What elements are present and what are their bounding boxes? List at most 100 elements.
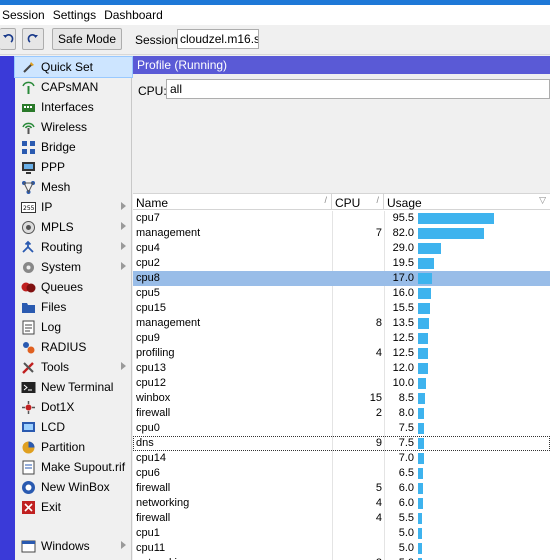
menu-dashboard[interactable]: Dashboard — [100, 8, 167, 22]
sidebar-item-ip[interactable]: 255 IP — [15, 197, 132, 217]
sidebar-item-mpls[interactable]: MPLS — [15, 217, 132, 237]
sidebar-item-partition[interactable]: Partition — [15, 437, 132, 457]
sidebar-item-label: Windows — [41, 539, 90, 553]
cell-name: dns — [136, 437, 154, 449]
files-icon — [21, 300, 36, 315]
sidebar-item-ppp[interactable]: PPP — [15, 157, 132, 177]
sidebar-item-mesh[interactable]: Mesh — [15, 177, 132, 197]
sidebar-item-label: Files — [41, 300, 67, 314]
session-field[interactable]: cloudzel.m16.su — [177, 29, 259, 49]
table-row[interactable]: dns 9 7.5 — [133, 436, 550, 451]
sidebar-item-capsman[interactable]: CAPsMAN — [15, 77, 132, 97]
sidebar-item-dot1x[interactable]: Dot1X — [15, 397, 132, 417]
mesh-icon — [21, 180, 36, 195]
table-row[interactable]: cpu6 6.5 — [133, 466, 550, 481]
redo-button[interactable] — [22, 28, 44, 50]
table-row[interactable]: cpu8 17.0 — [133, 271, 550, 286]
winbox-icon — [21, 480, 36, 495]
sidebar-item-wireless[interactable]: Wireless — [15, 117, 132, 137]
sidebar-item-interfaces[interactable]: Interfaces — [15, 97, 132, 117]
cell-cpu: 15 — [369, 392, 382, 404]
table-row[interactable]: management 7 82.0 — [133, 226, 550, 241]
sidebar-item-lcd[interactable]: LCD — [15, 417, 132, 437]
table-row[interactable]: networking 4 6.0 — [133, 496, 550, 511]
sidebar-item-label: Quick Set — [41, 60, 94, 74]
cell-name: cpu11 — [136, 542, 166, 554]
table-row[interactable]: cpu12 10.0 — [133, 376, 550, 391]
table-row[interactable]: winbox 15 8.5 — [133, 391, 550, 406]
table-row[interactable]: cpu4 29.0 — [133, 241, 550, 256]
undo-button[interactable] — [0, 28, 16, 50]
submenu-arrow-icon — [121, 202, 126, 210]
menu-bar: Session Settings Dashboard — [0, 5, 550, 25]
sidebar-item-new-winbox[interactable]: New WinBox — [15, 477, 132, 497]
sidebar-item-new-terminal[interactable]: New Terminal — [15, 377, 132, 397]
table-row[interactable]: management 8 13.5 — [133, 316, 550, 331]
sidebar-item-bridge[interactable]: Bridge — [15, 137, 132, 157]
sidebar-item-tools[interactable]: Tools — [15, 357, 132, 377]
sidebar-item-label: MPLS — [41, 220, 74, 234]
cell-usage: 29.0 — [392, 242, 414, 254]
table-row[interactable]: cpu9 12.5 — [133, 331, 550, 346]
cell-name: cpu0 — [136, 422, 160, 434]
sidebar-item-windows[interactable]: Windows — [15, 536, 132, 556]
submenu-arrow-icon — [121, 541, 126, 549]
system-icon — [21, 260, 36, 275]
cell-usage: 15.5 — [392, 302, 414, 314]
table-row[interactable]: cpu1 5.0 — [133, 526, 550, 541]
table-row[interactable]: cpu13 12.0 — [133, 361, 550, 376]
usage-bar — [418, 303, 430, 314]
sidebar-item-system[interactable]: System — [15, 257, 132, 277]
table-row[interactable]: profiling 4 12.5 — [133, 346, 550, 361]
sidebar-item-label: New WinBox — [41, 480, 110, 494]
cell-name: cpu4 — [136, 242, 160, 254]
sidebar-item-queues[interactable]: Queues — [15, 277, 132, 297]
usage-bar — [418, 393, 425, 404]
column-name[interactable]: Name / — [133, 194, 332, 210]
column-usage[interactable]: Usage ▽ — [384, 194, 550, 210]
submenu-arrow-icon — [121, 222, 126, 230]
cell-usage: 6.5 — [398, 467, 414, 479]
sidebar-item-routing[interactable]: Routing — [15, 237, 132, 257]
table-row[interactable]: cpu15 15.5 — [133, 301, 550, 316]
sidebar-item-radius[interactable]: RADIUS — [15, 337, 132, 357]
cell-name: networking — [136, 497, 190, 509]
safe-mode-button[interactable]: Safe Mode — [52, 28, 122, 50]
sidebar-item-make-supout-rif[interactable]: Make Supout.rif — [15, 457, 132, 477]
table-row[interactable]: cpu5 16.0 — [133, 286, 550, 301]
sidebar-item-files[interactable]: Files — [15, 297, 132, 317]
table-row[interactable]: firewall 5 6.0 — [133, 481, 550, 496]
usage-bar — [418, 333, 428, 344]
cpu-label: CPU: — [138, 84, 167, 98]
sidebar-item-log[interactable]: Log — [15, 317, 132, 337]
undo-icon — [2, 34, 13, 43]
table-row[interactable]: cpu14 7.0 — [133, 451, 550, 466]
tools-icon — [21, 360, 36, 375]
table-row[interactable]: firewall 2 8.0 — [133, 406, 550, 421]
sidebar-item-exit[interactable]: Exit — [15, 497, 132, 517]
table-row[interactable]: cpu11 5.0 — [133, 541, 550, 556]
menu-session[interactable]: Session — [0, 8, 49, 22]
sidebar-item-label: Exit — [41, 500, 62, 514]
sidebar-item-quick-set[interactable]: Quick Set — [14, 56, 133, 78]
table-row[interactable]: cpu7 95.5 — [133, 211, 550, 226]
usage-bar — [418, 318, 429, 329]
cpu-select[interactable]: all — [166, 79, 550, 99]
usage-bar — [418, 243, 441, 254]
cell-name: cpu2 — [136, 257, 160, 269]
cell-usage: 13.5 — [392, 317, 414, 329]
cell-name: firewall — [136, 482, 171, 494]
cell-usage: 19.5 — [392, 257, 414, 269]
session-label: Session: — [135, 33, 182, 47]
cell-usage: 95.5 — [392, 212, 414, 224]
cell-name: cpu15 — [136, 302, 166, 314]
queues-icon — [21, 280, 36, 295]
table-row[interactable]: cpu2 19.5 — [133, 256, 550, 271]
table-row[interactable]: networking25.0 — [133, 556, 550, 560]
table-row[interactable]: cpu0 7.5 — [133, 421, 550, 436]
table-header: Name / CPU / Usage ▽ — [133, 193, 550, 210]
menu-settings[interactable]: Settings — [49, 8, 100, 22]
table-row[interactable]: firewall 4 5.5 — [133, 511, 550, 526]
column-cpu[interactable]: CPU / — [332, 194, 384, 210]
panel-title: Profile (Running) — [133, 56, 550, 74]
